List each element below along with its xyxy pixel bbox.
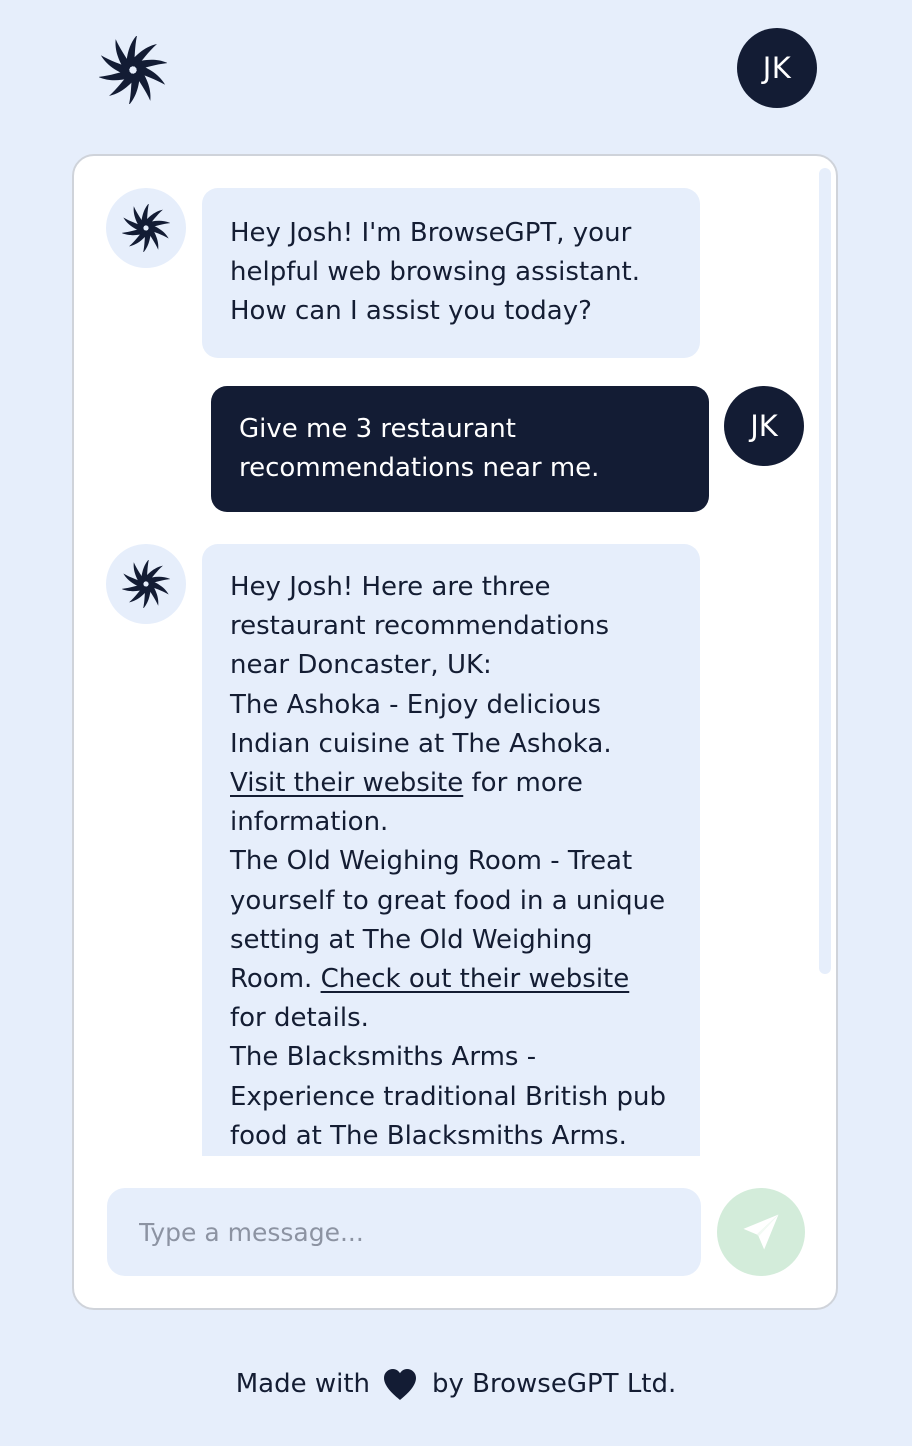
spiral-logo-icon: [122, 560, 170, 608]
restaurant-website-link[interactable]: Visit their website: [230, 768, 463, 798]
paper-plane-icon: [743, 1214, 779, 1250]
recommendation-item: The Blacksmiths Arms - Experience tradit…: [230, 1038, 672, 1156]
heart-icon: [384, 1369, 417, 1400]
recommendation-text: The Ashoka - Enjoy delicious Indian cuis…: [230, 689, 612, 759]
footer-made-with: Made with: [235, 1369, 371, 1399]
message-scrollbar[interactable]: [819, 168, 831, 974]
send-button[interactable]: [717, 1188, 805, 1276]
user-avatar-initials: JK: [750, 409, 778, 443]
message-text: Give me 3 restaurant recommendations nea…: [239, 414, 600, 484]
user-message: Give me 3 restaurant recommendations nea…: [211, 386, 709, 513]
assistant-avatar: [106, 188, 186, 268]
spiral-logo-icon: [122, 204, 170, 252]
app-page: JK Hey Josh! I'm BrowseGPT, your helpful…: [0, 0, 912, 1446]
user-avatar-initials: JK: [762, 51, 792, 85]
recommendation-item: The Ashoka - Enjoy delicious Indian cuis…: [230, 686, 672, 843]
recommendation-item: The Old Weighing Room - Treat yourself t…: [230, 842, 672, 1038]
assistant-message: Hey Josh! I'm BrowseGPT, your helpful we…: [202, 188, 700, 358]
footer: Made with by BrowseGPT Ltd.: [0, 1362, 912, 1406]
message-input[interactable]: [107, 1188, 701, 1276]
message-intro: Hey Josh! Here are three restaurant reco…: [230, 572, 610, 681]
recommendation-text: The Blacksmiths Arms - Experience tradit…: [230, 1042, 666, 1151]
message-list[interactable]: Hey Josh! I'm BrowseGPT, your helpful we…: [74, 156, 814, 1156]
chat-window: Hey Josh! I'm BrowseGPT, your helpful we…: [72, 154, 838, 1310]
message-text: Hey Josh! I'm BrowseGPT, your helpful we…: [230, 218, 641, 327]
scrollbar-thumb[interactable]: [819, 168, 831, 974]
user-message-avatar: JK: [724, 386, 804, 466]
spiral-logo-icon[interactable]: [98, 34, 168, 106]
restaurant-website-link[interactable]: Check out their website: [321, 964, 630, 994]
assistant-message: Hey Josh! Here are three restaurant reco…: [202, 544, 700, 1156]
footer-company: by BrowseGPT Ltd.: [432, 1369, 677, 1399]
assistant-avatar: [106, 544, 186, 624]
recommendation-text: for details.: [230, 1003, 369, 1034]
user-avatar[interactable]: JK: [737, 28, 817, 108]
